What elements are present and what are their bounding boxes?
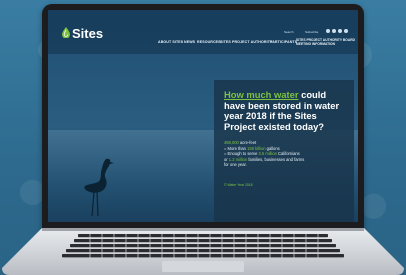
nav-news[interactable]: NEWS [184,40,195,44]
stat-value: 1.2 million [228,156,248,162]
nav-board-meeting-info[interactable]: SITES PROJECT AUTHORITY BOARD MEETING IN… [296,38,356,46]
stat-value: 159 billion [247,145,266,151]
hero-panel: How much water could have been stored in… [214,80,354,222]
laptop-base [2,228,404,275]
nav-resources[interactable]: RESOURCES [197,40,221,44]
headline-highlight[interactable]: How much water [224,89,299,100]
laptop-screen: Sites Search Subscribe ABOUT SITES NEWS … [48,10,358,222]
facebook-icon[interactable] [326,29,330,33]
instagram-icon[interactable] [338,29,342,33]
search-link[interactable]: Search [284,30,294,34]
logo-drop-icon[interactable] [62,27,70,38]
trackpad [162,261,244,272]
stat-text: = More than [224,145,248,151]
nav-sites-project-authority[interactable]: SITES PROJECT AUTHORITY [220,40,272,44]
stat-line: for one year. [224,162,247,168]
stat-text: families, businesses and farms [247,156,305,162]
site-header: Sites Search Subscribe ABOUT SITES NEWS … [48,10,358,54]
stat-text: Californians [276,151,300,157]
nav-about-sites[interactable]: ABOUT SITES [158,40,183,44]
hero-stats: 488,000 acre-feet = More than 159 billio… [224,140,352,168]
stat-text: acre-feet [238,140,257,145]
twitter-icon[interactable] [332,29,336,33]
stat-value: 488,000 [224,140,239,145]
stat-text: = Enough to serve [224,151,259,157]
hero-footnote: © Water Year 2018 [224,183,253,187]
subscribe-link[interactable]: Subscribe [305,30,318,34]
site-logo[interactable]: Sites [72,26,103,41]
heron-silhouette [84,158,114,217]
nav-participants[interactable]: PARTICIPANTS [270,40,297,44]
youtube-icon[interactable] [344,29,348,33]
hero-headline: How much water could have been stored in… [224,89,348,132]
stat-value: 3.6 million [258,151,277,157]
stat-text: gallons [265,145,280,151]
